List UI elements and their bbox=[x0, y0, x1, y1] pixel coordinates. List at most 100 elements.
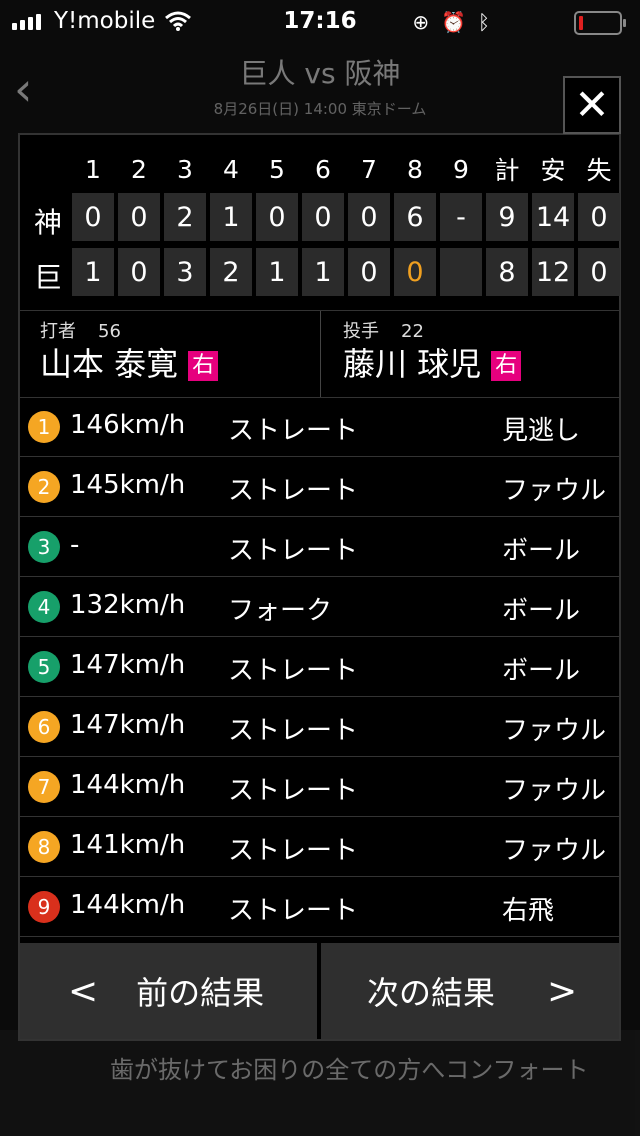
pitcher-info: 投手 22 藤川 球児右 bbox=[320, 311, 620, 397]
pitch-number-badge: 5 bbox=[28, 651, 60, 683]
inning-score bbox=[440, 248, 482, 296]
next-result-label: 次の結果 bbox=[367, 974, 496, 1012]
inning-score: 0 bbox=[72, 193, 114, 241]
total-score: 12 bbox=[532, 248, 574, 296]
inning-score: 3 bbox=[164, 248, 206, 296]
ad-text: 歯が抜けてお困りの全ての方へコンフォート bbox=[110, 1056, 589, 1084]
pitch-number-badge: 1 bbox=[28, 411, 60, 443]
pitch-speed: 145km/h bbox=[70, 470, 186, 500]
pitch-row: 4 132km/h フォーク ボール bbox=[20, 577, 619, 637]
total-score: 14 bbox=[532, 193, 574, 241]
pitch-type: ストレート bbox=[228, 716, 359, 746]
pitch-result: ボール bbox=[502, 656, 581, 686]
pitch-result: ファウル bbox=[502, 776, 607, 806]
total-header: 計 bbox=[494, 156, 520, 185]
inning-header: 4 bbox=[223, 154, 239, 184]
inning-score: 2 bbox=[210, 248, 252, 296]
inning-score: 6 bbox=[394, 193, 436, 241]
batter-name: 山本 泰寛右 bbox=[40, 339, 219, 385]
alarm-icon: ⏰ bbox=[441, 10, 466, 34]
inning-score: 1 bbox=[302, 248, 344, 296]
inning-header: 3 bbox=[177, 154, 193, 184]
inning-score: 1 bbox=[210, 193, 252, 241]
bluetooth-icon: ᛒ bbox=[478, 10, 490, 34]
pitch-row: 1 146km/h ストレート 見逃し bbox=[20, 397, 619, 457]
ad-banner[interactable]: 歯が抜けてお困りの全ての方へコンフォート bbox=[0, 1030, 640, 1136]
pitch-row: 3- ストレート ボール bbox=[20, 517, 619, 577]
inning-score: 2 bbox=[164, 193, 206, 241]
pitch-speed: 146km/h bbox=[70, 410, 186, 440]
pitch-result: ファウル bbox=[502, 836, 607, 866]
inning-score: 0 bbox=[118, 248, 160, 296]
inning-header: 9 bbox=[453, 154, 469, 184]
next-result-button[interactable]: 次の結果 > bbox=[321, 943, 619, 1039]
inning-score: - bbox=[440, 193, 482, 241]
pitch-speed: 132km/h bbox=[70, 590, 186, 620]
team-name: 神 bbox=[33, 206, 62, 239]
inning-header: 1 bbox=[85, 154, 101, 184]
pitch-result: 右飛 bbox=[502, 896, 555, 926]
pitch-row: 2 145km/h ストレート ファウル bbox=[20, 457, 619, 517]
batter-info: 打者 56 山本 泰寛右 bbox=[20, 311, 320, 397]
pitch-type: フォーク bbox=[228, 596, 333, 626]
pitch-type: ストレート bbox=[228, 476, 359, 506]
inning-score: 0 bbox=[302, 193, 344, 241]
inning-score: 0 bbox=[394, 248, 436, 296]
pitch-result: ファウル bbox=[502, 476, 607, 506]
pitch-type: ストレート bbox=[228, 776, 359, 806]
pitch-result: 見逃し bbox=[502, 416, 581, 446]
pitch-result-modal: 123456789計安失 神 0 0 2 1 0 0 0 6-9 14 0 巨 1 0 3 2 1 1 0 0 8 12… bbox=[18, 133, 621, 1041]
inning-header: 8 bbox=[407, 154, 423, 184]
team-name: 巨 bbox=[33, 261, 62, 294]
pitch-speed: 144km/h bbox=[70, 770, 186, 800]
pitch-speed: 147km/h bbox=[70, 650, 186, 680]
pitch-row: 6 147km/h ストレート ファウル bbox=[20, 697, 619, 757]
matchup-panel: 打者 56 山本 泰寛右 投手 22 藤川 球児右 bbox=[20, 310, 619, 398]
pitch-speed: - bbox=[70, 530, 80, 560]
pitch-row: 8 141km/h ストレート ファウル bbox=[20, 817, 619, 877]
batter-hand-badge: 右 bbox=[188, 351, 219, 381]
pitch-result: ボール bbox=[502, 596, 581, 626]
chevron-right-icon: > bbox=[547, 970, 578, 1012]
total-score: 8 bbox=[486, 248, 528, 296]
pitcher-name: 藤川 球児右 bbox=[343, 339, 522, 385]
scoreboard: 123456789計安失 神 0 0 2 1 0 0 0 6-9 14 0 巨 1 0 3 2 1 1 0 0 8 12… bbox=[20, 135, 620, 307]
prev-result-button[interactable]: < 前の結果 bbox=[20, 943, 317, 1039]
pitch-number-badge: 8 bbox=[28, 831, 60, 863]
pitch-number-badge: 4 bbox=[28, 591, 60, 623]
inning-score: 0 bbox=[348, 193, 390, 241]
pitch-result: ファウル bbox=[502, 716, 607, 746]
rotation-lock-icon: ⊕ bbox=[412, 10, 430, 34]
close-button[interactable]: ✕ bbox=[563, 76, 621, 134]
pitch-row: 5 147km/h ストレート ボール bbox=[20, 637, 619, 697]
inning-score: 0 bbox=[256, 193, 298, 241]
pitcher-hand-badge: 右 bbox=[491, 351, 522, 381]
battery-icon bbox=[574, 11, 626, 35]
inning-header: 7 bbox=[361, 154, 377, 184]
inning-score: 0 bbox=[118, 193, 160, 241]
pitch-type: ストレート bbox=[228, 656, 359, 686]
prev-result-label: 前の結果 bbox=[136, 974, 265, 1012]
pitch-speed: 144km/h bbox=[70, 890, 186, 920]
chevron-left-icon: < bbox=[68, 970, 99, 1012]
inning-header: 5 bbox=[269, 154, 285, 184]
total-header: 失 bbox=[586, 156, 612, 185]
result-navigation: < 前の結果 次の結果 > bbox=[20, 943, 619, 1039]
pitch-speed: 147km/h bbox=[70, 710, 186, 740]
inning-score: 0 bbox=[348, 248, 390, 296]
inning-score: 1 bbox=[72, 248, 114, 296]
game-subtitle: 8月26日(日) 14:00 東京ドーム bbox=[213, 100, 427, 118]
inning-header: 2 bbox=[131, 154, 147, 184]
pitch-type: ストレート bbox=[228, 836, 359, 866]
total-score: 0 bbox=[578, 193, 620, 241]
pitch-row: 9 144km/h ストレート 右飛 bbox=[20, 877, 619, 937]
status-time: 17:16 bbox=[283, 8, 357, 34]
pitch-type: ストレート bbox=[228, 536, 359, 566]
pitch-number-badge: 6 bbox=[28, 711, 60, 743]
pitch-number-badge: 7 bbox=[28, 771, 60, 803]
close-icon: ✕ bbox=[574, 80, 610, 129]
pitch-speed: 141km/h bbox=[70, 830, 186, 860]
pitch-number-badge: 9 bbox=[28, 891, 60, 923]
total-score: 0 bbox=[578, 248, 620, 296]
pitch-result: ボール bbox=[502, 536, 581, 566]
